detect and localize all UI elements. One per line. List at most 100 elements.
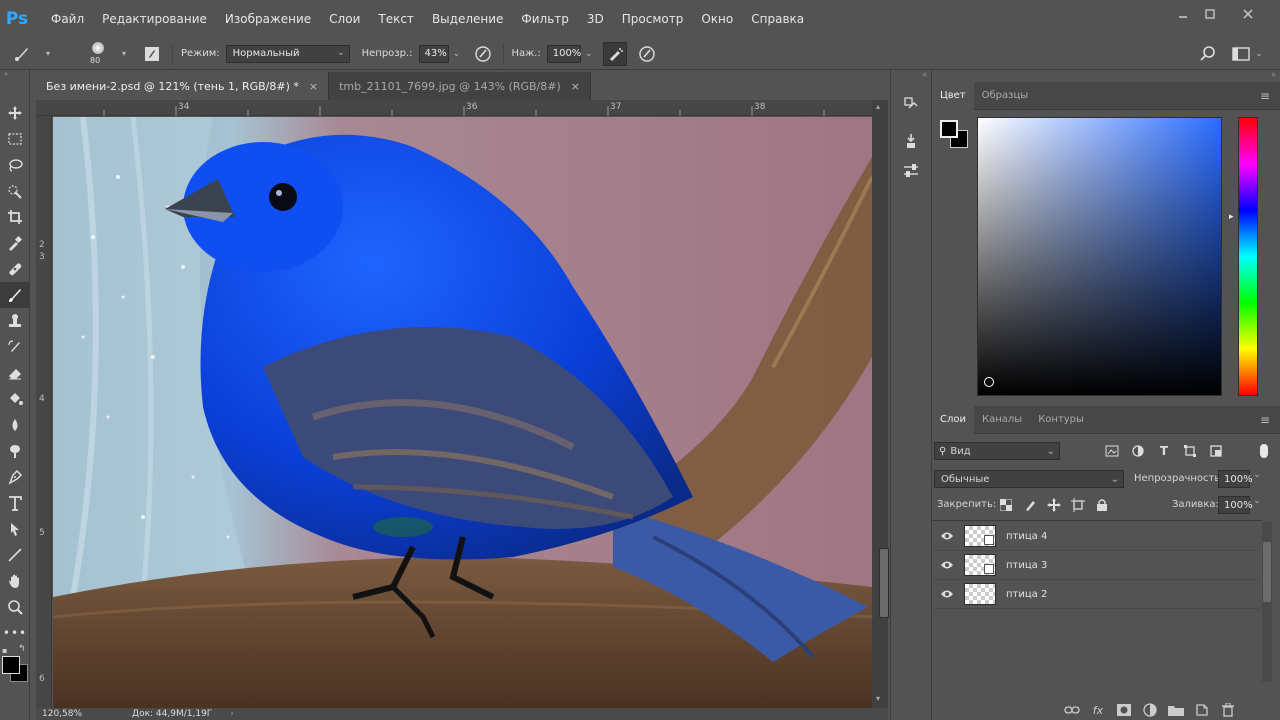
- color-swatches[interactable]: ▪ ↰: [0, 644, 29, 690]
- hue-slider-handle-icon[interactable]: ▸: [1229, 212, 1234, 222]
- filter-smart-object-icon[interactable]: [1206, 442, 1226, 460]
- dropdown-arrow-icon[interactable]: ▾: [112, 42, 136, 66]
- collapse-icon[interactable]: »: [932, 70, 1280, 82]
- lock-transparency-icon[interactable]: [996, 496, 1016, 514]
- filter-type-icon[interactable]: T: [1154, 442, 1174, 460]
- color-field[interactable]: [977, 117, 1222, 396]
- eyedropper-tool-icon[interactable]: [0, 230, 30, 256]
- layers-scrollbar[interactable]: [1262, 522, 1272, 682]
- add-mask-icon[interactable]: [1114, 702, 1134, 718]
- panel-menu-icon[interactable]: ≡: [1260, 413, 1270, 427]
- brush-preset-picker[interactable]: 80: [84, 40, 112, 68]
- layer-row[interactable]: птица 3: [934, 551, 1260, 580]
- lock-all-icon[interactable]: [1092, 496, 1112, 514]
- tab-document-1[interactable]: Без имени-2.psd @ 121% (тень 1, RGB/8#) …: [36, 72, 330, 100]
- hand-tool-icon[interactable]: [0, 568, 30, 594]
- lock-artboard-icon[interactable]: [1068, 496, 1088, 514]
- fx-icon[interactable]: fx: [1088, 702, 1108, 718]
- link-layers-icon[interactable]: [1062, 702, 1082, 718]
- layer-row[interactable]: птица 4: [934, 522, 1260, 551]
- healing-brush-tool-icon[interactable]: [0, 256, 30, 282]
- chevron-down-icon[interactable]: ⌄: [449, 42, 465, 66]
- tab-paths[interactable]: Контуры: [1030, 406, 1092, 434]
- filter-shape-icon[interactable]: [1180, 442, 1200, 460]
- menu-layers[interactable]: Слои: [320, 0, 369, 38]
- pressure-size-icon[interactable]: [635, 42, 659, 66]
- layer-row[interactable]: птица 2: [934, 580, 1260, 609]
- menu-3d[interactable]: 3D: [578, 0, 613, 38]
- marquee-tool-icon[interactable]: [0, 126, 30, 152]
- adjustments-icon[interactable]: [891, 156, 931, 186]
- zoom-level[interactable]: 120,58%: [42, 709, 82, 719]
- dropdown-arrow-icon[interactable]: ▾: [36, 42, 60, 66]
- opacity-input[interactable]: 43%: [418, 44, 449, 63]
- lock-pixels-icon[interactable]: [1020, 496, 1040, 514]
- lock-position-icon[interactable]: [1044, 496, 1064, 514]
- blur-tool-icon[interactable]: [0, 412, 30, 438]
- history-panel-icon[interactable]: [891, 90, 931, 120]
- foreground-color-swatch[interactable]: [940, 120, 958, 138]
- color-swatches[interactable]: [940, 120, 970, 150]
- default-colors-icon[interactable]: ▪: [2, 646, 7, 655]
- blend-mode-select[interactable]: Нормальный ⌄: [225, 44, 350, 63]
- scrollbar-thumb[interactable]: [879, 548, 889, 618]
- chevron-down-icon[interactable]: ⌄: [1250, 496, 1264, 514]
- dodge-tool-icon[interactable]: [0, 438, 30, 464]
- close-icon[interactable]: ×: [309, 80, 318, 93]
- crop-tool-icon[interactable]: [0, 204, 30, 230]
- workspace-icon[interactable]: [1230, 42, 1254, 66]
- scrollbar-thumb[interactable]: [1263, 542, 1271, 602]
- layer-blend-mode-select[interactable]: Обычные ⌄: [934, 470, 1124, 488]
- search-icon[interactable]: [1196, 42, 1220, 66]
- tab-document-2[interactable]: tmb_21101_7699.jpg @ 143% (RGB/8#) ×: [329, 72, 591, 100]
- path-selection-tool-icon[interactable]: [0, 516, 30, 542]
- menu-filter[interactable]: Фильтр: [512, 0, 577, 38]
- filter-toggle[interactable]: [1260, 444, 1268, 458]
- close-icon[interactable]: ×: [571, 80, 580, 93]
- menu-select[interactable]: Выделение: [423, 0, 512, 38]
- clone-stamp-tool-icon[interactable]: [0, 308, 30, 334]
- brush-tool-icon[interactable]: [0, 282, 30, 308]
- menu-edit[interactable]: Редактирование: [93, 0, 216, 38]
- chevron-down-icon[interactable]: ⌄: [1252, 42, 1266, 66]
- menu-image[interactable]: Изображение: [216, 0, 320, 38]
- canvas-vertical-scrollbar[interactable]: ▴ ▾: [872, 100, 889, 708]
- line-tool-icon[interactable]: [0, 542, 30, 568]
- scroll-down-icon[interactable]: ▾: [876, 694, 880, 703]
- collapse-icon[interactable]: «: [891, 70, 931, 82]
- eraser-tool-icon[interactable]: [0, 360, 30, 386]
- menu-help[interactable]: Справка: [742, 0, 813, 38]
- pressure-opacity-icon[interactable]: [471, 42, 495, 66]
- maximize-icon[interactable]: [1193, 0, 1227, 28]
- history-brush-tool-icon[interactable]: [0, 334, 30, 360]
- zoom-tool-icon[interactable]: [0, 594, 30, 620]
- menu-type[interactable]: Текст: [369, 0, 423, 38]
- chevron-down-icon[interactable]: ⌄: [581, 42, 597, 66]
- scroll-up-icon[interactable]: ▴: [876, 102, 880, 111]
- adjustment-layer-icon[interactable]: [1140, 702, 1160, 718]
- filter-adjustment-icon[interactable]: [1128, 442, 1148, 460]
- flow-input[interactable]: 100%: [546, 44, 581, 63]
- layer-filter-select[interactable]: ⚲ Вид ⌄: [934, 442, 1060, 460]
- tab-channels[interactable]: Каналы: [974, 406, 1030, 434]
- eye-icon[interactable]: [934, 531, 960, 541]
- panel-menu-icon[interactable]: ≡: [1260, 89, 1270, 103]
- new-layer-icon[interactable]: [1192, 702, 1212, 718]
- chevron-down-icon[interactable]: ⌄: [1250, 470, 1264, 488]
- collapse-icon[interactable]: »: [0, 70, 29, 78]
- fill-input[interactable]: 100%: [1218, 496, 1253, 514]
- brush-tool-icon[interactable]: [10, 42, 34, 66]
- brush-settings-icon[interactable]: [891, 126, 931, 156]
- eye-icon[interactable]: [934, 560, 960, 570]
- tab-swatches[interactable]: Образцы: [974, 82, 1037, 110]
- airbrush-icon[interactable]: [602, 41, 627, 66]
- lasso-tool-icon[interactable]: [0, 152, 30, 178]
- tab-layers[interactable]: Слои: [932, 405, 974, 434]
- color-picker-cursor[interactable]: [984, 377, 994, 387]
- pen-tool-icon[interactable]: [0, 464, 30, 490]
- menu-window[interactable]: Окно: [692, 0, 742, 38]
- move-tool-icon[interactable]: [0, 100, 30, 126]
- type-tool-icon[interactable]: [0, 490, 30, 516]
- delete-layer-icon[interactable]: [1218, 702, 1238, 718]
- layer-opacity-input[interactable]: 100%: [1218, 470, 1253, 488]
